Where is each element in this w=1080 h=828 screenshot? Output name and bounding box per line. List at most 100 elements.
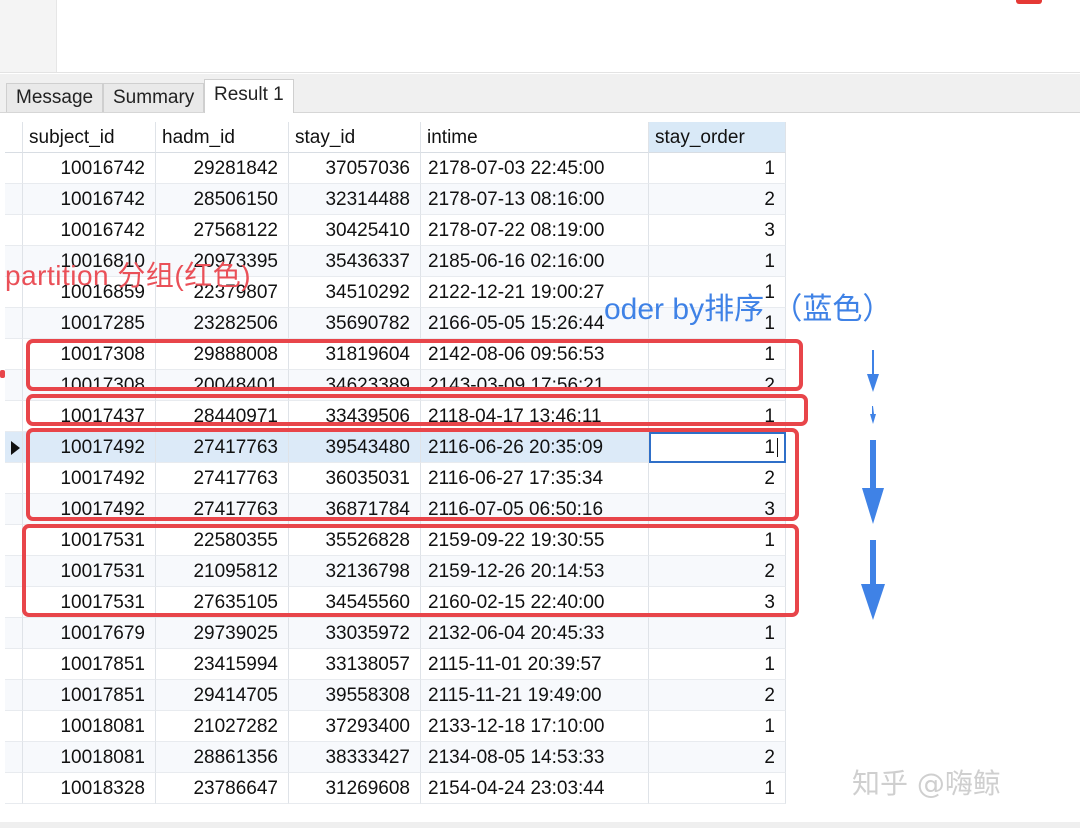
hadm-id-cell[interactable]: 21027282 <box>156 711 289 742</box>
intime-cell[interactable]: 2185-06-16 02:16:00 <box>421 246 649 277</box>
stay-id-cell[interactable]: 32314488 <box>289 184 421 215</box>
row-indicator[interactable] <box>5 680 23 711</box>
row-indicator[interactable] <box>5 556 23 587</box>
subject-id-cell[interactable]: 10016742 <box>23 153 156 184</box>
stay-id-cell[interactable]: 35690782 <box>289 308 421 339</box>
table-row[interactable]: 10017851 29414705 39558308 2115-11-21 19:49… <box>5 680 786 711</box>
stay-order-cell[interactable]: 1 <box>649 711 786 742</box>
intime-cell[interactable]: 2178-07-03 22:45:00 <box>421 153 649 184</box>
partition-box-10017492 <box>26 428 799 521</box>
stay-id-cell[interactable]: 37293400 <box>289 711 421 742</box>
intime-cell[interactable]: 2115-11-01 20:39:57 <box>421 649 649 680</box>
hadm-id-cell[interactable]: 23282506 <box>156 308 289 339</box>
row-indicator[interactable] <box>5 463 23 494</box>
order-arrow-1 <box>867 350 879 392</box>
stay-order-cell[interactable]: 1 <box>649 618 786 649</box>
row-indicator[interactable] <box>5 525 23 556</box>
subject-id-cell[interactable]: 10018328 <box>23 773 156 804</box>
intime-cell[interactable]: 2154-04-24 23:03:44 <box>421 773 649 804</box>
row-indicator[interactable] <box>5 618 23 649</box>
hadm-id-cell[interactable]: 29739025 <box>156 618 289 649</box>
intime-cell[interactable]: 2132-06-04 20:45:33 <box>421 618 649 649</box>
hadm-id-cell[interactable]: 29281842 <box>156 153 289 184</box>
subject-id-cell[interactable]: 10017285 <box>23 308 156 339</box>
column-header-hadm-id[interactable]: hadm_id <box>156 122 289 153</box>
row-indicator[interactable] <box>5 649 23 680</box>
stay-id-cell[interactable]: 31269608 <box>289 773 421 804</box>
intime-cell[interactable]: 2134-08-05 14:53:33 <box>421 742 649 773</box>
row-indicator[interactable] <box>5 153 23 184</box>
row-indicator[interactable] <box>5 587 23 618</box>
row-pointer-icon <box>11 441 20 455</box>
stay-order-cell[interactable]: 2 <box>649 680 786 711</box>
intime-cell[interactable]: 2133-12-18 17:10:00 <box>421 711 649 742</box>
stay-id-cell[interactable]: 30425410 <box>289 215 421 246</box>
table-row[interactable]: 10016742 27568122 30425410 2178-07-22 08:19… <box>5 215 786 246</box>
stay-order-cell[interactable]: 1 <box>649 773 786 804</box>
subject-id-cell[interactable]: 10017679 <box>23 618 156 649</box>
stay-id-cell[interactable]: 35436337 <box>289 246 421 277</box>
intime-cell[interactable]: 2178-07-13 08:16:00 <box>421 184 649 215</box>
hadm-id-cell[interactable]: 27568122 <box>156 215 289 246</box>
row-indicator[interactable] <box>5 215 23 246</box>
subject-id-cell[interactable]: 10017851 <box>23 680 156 711</box>
table-row[interactable]: 10016742 29281842 37057036 2178-07-03 22:45… <box>5 153 786 184</box>
hadm-id-cell[interactable]: 28861356 <box>156 742 289 773</box>
column-header-intime[interactable]: intime <box>421 122 649 153</box>
subject-id-cell[interactable]: 10017851 <box>23 649 156 680</box>
intime-cell[interactable]: 2115-11-21 19:49:00 <box>421 680 649 711</box>
current-row-indicator[interactable] <box>5 432 23 463</box>
result-tabs: Message Summary Result 1 <box>0 74 1080 113</box>
subject-id-cell[interactable]: 10018081 <box>23 742 156 773</box>
table-row[interactable]: 10017679 29739025 33035972 2132-06-04 20:45… <box>5 618 786 649</box>
hadm-id-cell[interactable]: 23786647 <box>156 773 289 804</box>
partition-box-10017531 <box>22 524 799 617</box>
stay-id-cell[interactable]: 39558308 <box>289 680 421 711</box>
table-row[interactable]: 10018081 28861356 38333427 2134-08-05 14:53… <box>5 742 786 773</box>
subject-id-cell[interactable]: 10016742 <box>23 184 156 215</box>
status-strip <box>0 822 1080 828</box>
row-indicator[interactable] <box>5 494 23 525</box>
row-indicator[interactable] <box>5 339 23 370</box>
hadm-id-cell[interactable]: 28506150 <box>156 184 289 215</box>
column-header-stay-id[interactable]: stay_id <box>289 122 421 153</box>
column-header-subject-id[interactable]: subject_id <box>23 122 156 153</box>
table-row[interactable]: 10016742 28506150 32314488 2178-07-13 08:16… <box>5 184 786 215</box>
subject-id-cell[interactable]: 10018081 <box>23 711 156 742</box>
tab-message[interactable]: Message <box>6 83 104 112</box>
table-row[interactable]: 10018081 21027282 37293400 2133-12-18 17:10… <box>5 711 786 742</box>
table-row[interactable]: 10018328 23786647 31269608 2154-04-24 23:03… <box>5 773 786 804</box>
intime-cell[interactable]: 2178-07-22 08:19:00 <box>421 215 649 246</box>
header-indicator <box>5 122 23 153</box>
stay-id-cell[interactable]: 37057036 <box>289 153 421 184</box>
stay-order-cell[interactable]: 2 <box>649 184 786 215</box>
hadm-id-cell[interactable]: 23415994 <box>156 649 289 680</box>
order-arrow-4 <box>861 540 885 620</box>
stay-id-cell[interactable]: 38333427 <box>289 742 421 773</box>
column-header-stay-order[interactable]: stay_order <box>649 122 786 153</box>
row-indicator[interactable] <box>5 711 23 742</box>
stay-id-cell[interactable]: 33035972 <box>289 618 421 649</box>
partition-box-10017437 <box>26 394 808 426</box>
table-row[interactable]: 10017851 23415994 33138057 2115-11-01 20:39… <box>5 649 786 680</box>
row-indicator[interactable] <box>5 742 23 773</box>
stay-order-cell[interactable]: 3 <box>649 215 786 246</box>
stay-order-cell[interactable]: 2 <box>649 742 786 773</box>
stay-id-cell[interactable]: 33138057 <box>289 649 421 680</box>
tab-summary[interactable]: Summary <box>103 83 205 112</box>
stay-id-cell[interactable]: 34510292 <box>289 277 421 308</box>
row-indicator[interactable] <box>5 370 23 401</box>
partition-box-10017308 <box>26 339 803 391</box>
order-arrows <box>861 350 885 620</box>
row-indicator[interactable] <box>5 308 23 339</box>
stay-order-cell[interactable]: 1 <box>649 649 786 680</box>
row-indicator[interactable] <box>5 773 23 804</box>
row-indicator[interactable] <box>5 184 23 215</box>
tab-result-1[interactable]: Result 1 <box>204 79 294 113</box>
stay-order-cell[interactable]: 1 <box>649 246 786 277</box>
order-arrow-3 <box>862 440 884 524</box>
hadm-id-cell[interactable]: 29414705 <box>156 680 289 711</box>
row-indicator[interactable] <box>5 401 23 432</box>
stay-order-cell[interactable]: 1 <box>649 153 786 184</box>
subject-id-cell[interactable]: 10016742 <box>23 215 156 246</box>
